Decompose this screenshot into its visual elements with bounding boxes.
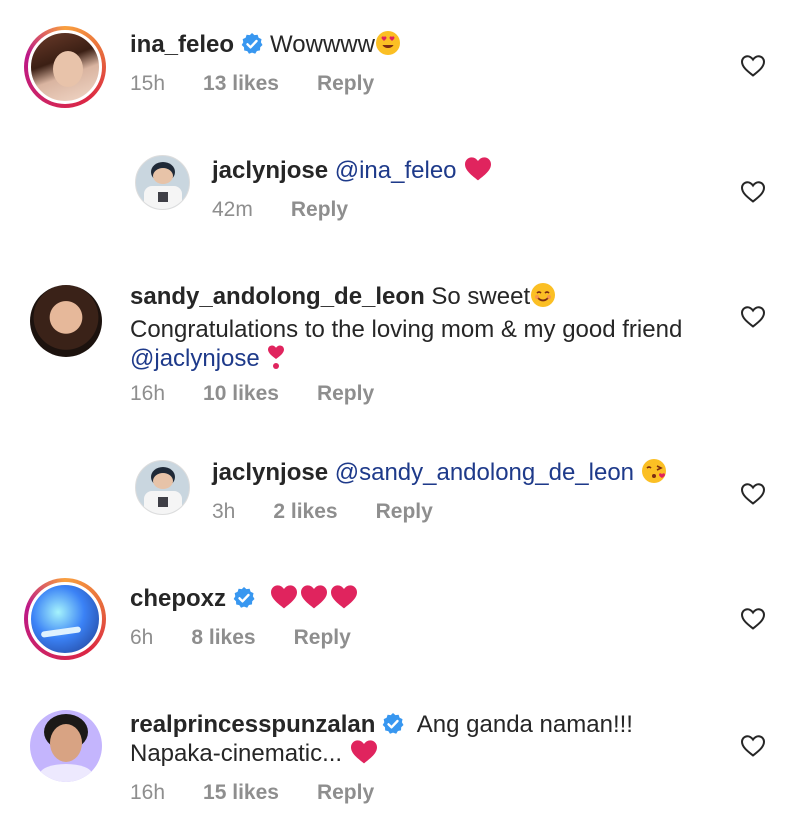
kissing-face-emoji-icon: [641, 458, 667, 491]
comment-meta: 15h 13 likes Reply: [130, 72, 412, 96]
comment-text: jaclynjose @ina_feleo: [212, 156, 493, 185]
like-heart-icon[interactable]: [740, 180, 766, 204]
verified-badge-icon: [232, 586, 256, 610]
mention-link[interactable]: @ina_feleo: [335, 157, 457, 184]
like-heart-icon[interactable]: [740, 305, 766, 329]
comment-text: sandy_andolong_de_leon So sweet Congratu…: [130, 282, 730, 377]
comment-meta: 16h 10 likes Reply: [130, 382, 412, 406]
avatar[interactable]: [30, 285, 102, 357]
mention-link[interactable]: @sandy_andolong_de_leon: [335, 459, 634, 486]
timestamp: 42m: [212, 198, 253, 221]
avatar[interactable]: [135, 155, 190, 210]
avatar[interactable]: [24, 578, 106, 660]
likes-count[interactable]: 15 likes: [203, 781, 279, 804]
heart-exclamation-emoji-icon: [266, 344, 286, 377]
comment-meta: 6h 8 likes Reply: [130, 626, 389, 650]
likes-count[interactable]: 13 likes: [203, 72, 279, 95]
comment-text: ina_feleo Wowwww: [130, 30, 401, 63]
comment-body-line2: Congratulations to the loving mom & my g…: [130, 316, 683, 343]
heart-eyes-emoji-icon: [375, 30, 401, 63]
red-heart-emoji-icon: [463, 156, 493, 182]
like-heart-icon[interactable]: [740, 734, 766, 758]
timestamp: 16h: [130, 382, 166, 405]
avatar[interactable]: [24, 26, 106, 108]
red-heart-emoji-icon: [299, 584, 329, 610]
red-heart-emoji-icon: [269, 584, 299, 610]
username[interactable]: chepoxz: [130, 585, 226, 612]
timestamp: 16h: [130, 781, 166, 804]
timestamp: 15h: [130, 72, 166, 95]
smiling-face-emoji-icon: [530, 282, 556, 315]
comment-meta: 16h 15 likes Reply: [130, 781, 412, 805]
comment-text: chepoxz: [130, 584, 359, 613]
reply-button[interactable]: Reply: [317, 382, 374, 405]
timestamp: 3h: [212, 500, 236, 523]
verified-badge-icon: [240, 32, 264, 56]
like-heart-icon[interactable]: [740, 482, 766, 506]
likes-count[interactable]: 2 likes: [273, 500, 337, 523]
like-heart-icon[interactable]: [740, 54, 766, 78]
reply-button[interactable]: Reply: [317, 781, 374, 804]
reply-button[interactable]: Reply: [317, 72, 374, 95]
verified-badge-icon: [381, 712, 405, 736]
username[interactable]: jaclynjose: [212, 157, 328, 184]
reply-button[interactable]: Reply: [294, 626, 351, 649]
reply-button[interactable]: Reply: [376, 500, 433, 523]
likes-count[interactable]: 8 likes: [191, 626, 255, 649]
comment-meta: 42m Reply: [212, 198, 386, 222]
comment-body: Wowwww: [270, 31, 375, 58]
reply-button[interactable]: Reply: [291, 198, 348, 221]
comment-body: So sweet: [431, 283, 531, 310]
avatar[interactable]: [135, 460, 190, 515]
avatar[interactable]: [30, 710, 102, 782]
username[interactable]: jaclynjose: [212, 459, 328, 486]
comment-meta: 3h 2 likes Reply: [212, 500, 471, 524]
username[interactable]: ina_feleo: [130, 31, 234, 58]
red-heart-emoji-icon: [349, 739, 379, 765]
comment-text: realprincesspunzalan Ang ganda naman!!! …: [130, 710, 633, 768]
likes-count[interactable]: 10 likes: [203, 382, 279, 405]
like-heart-icon[interactable]: [740, 607, 766, 631]
comment-body-line2: Napaka-cinematic...: [130, 740, 343, 767]
timestamp: 6h: [130, 626, 154, 649]
red-heart-emoji-icon: [329, 584, 359, 610]
username[interactable]: realprincesspunzalan: [130, 711, 375, 738]
mention-link[interactable]: @jaclynjose: [130, 345, 260, 372]
username[interactable]: sandy_andolong_de_leon: [130, 283, 425, 310]
comment-text: jaclynjose @sandy_andolong_de_leon: [212, 458, 667, 491]
comment-body: Ang ganda naman!!!: [416, 711, 633, 738]
